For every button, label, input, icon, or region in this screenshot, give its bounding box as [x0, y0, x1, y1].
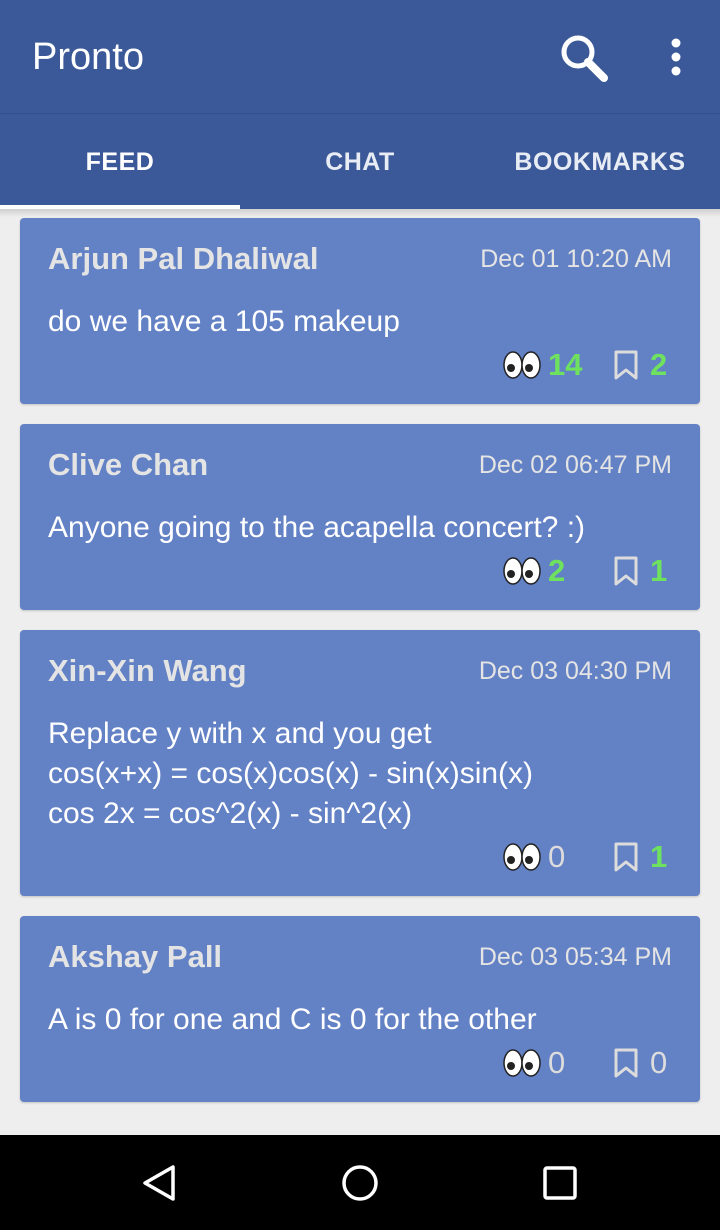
- eyes-icon: [503, 1049, 541, 1077]
- view-count: 0: [548, 839, 566, 874]
- post-timestamp: Dec 03 05:34 PM: [478, 943, 672, 971]
- bookmark-count: 1: [650, 553, 668, 588]
- nav-back-button[interactable]: [140, 1163, 180, 1203]
- post-card[interactable]: Clive Chan Dec 02 06:47 PM Anyone going …: [20, 424, 700, 610]
- more-vert-icon: [671, 38, 681, 76]
- post-stats: 0 0: [502, 1043, 672, 1083]
- eyes-icon: [503, 557, 541, 585]
- post-author: Akshay Pall: [48, 939, 223, 974]
- post-card[interactable]: Arjun Pal Dhaliwal Dec 01 10:20 AM do we…: [20, 218, 700, 404]
- tab-chat[interactable]: CHAT: [240, 114, 480, 210]
- tab-bookmarks[interactable]: BOOKMARKS: [480, 114, 720, 210]
- bookmark-icon[interactable]: [612, 1047, 640, 1079]
- tab-bookmarks-label: BOOKMARKS: [514, 147, 686, 176]
- view-count: 14: [548, 347, 583, 382]
- post-stats: 14 2: [502, 345, 672, 385]
- tab-bar: FEED CHAT BOOKMARKS: [0, 113, 720, 210]
- post-card[interactable]: Xin-Xin Wang Dec 03 04:30 PM Replace y w…: [20, 630, 700, 896]
- post-message: A is 0 for one and C is 0 for the other: [48, 1003, 537, 1036]
- eyes-icon: [503, 351, 541, 379]
- bookmark-icon[interactable]: [612, 841, 640, 873]
- tab-chat-label: CHAT: [325, 147, 395, 176]
- nav-home-button[interactable]: [340, 1163, 380, 1203]
- post-author: Clive Chan: [48, 447, 209, 482]
- overflow-menu-button[interactable]: [652, 30, 700, 86]
- tab-feed[interactable]: FEED: [0, 114, 240, 210]
- post-timestamp: Dec 02 06:47 PM: [478, 451, 672, 479]
- eyes-icon: [503, 843, 541, 871]
- home-circle-icon: [342, 1165, 378, 1201]
- view-count: 0: [548, 1045, 566, 1080]
- search-icon: [561, 35, 608, 82]
- tab-feed-label: FEED: [85, 147, 155, 176]
- bookmark-icon[interactable]: [612, 555, 640, 587]
- view-count: 2: [548, 553, 566, 588]
- post-timestamp: Dec 03 04:30 PM: [478, 657, 672, 685]
- post-message: Anyone going to the acapella concert? :): [48, 511, 586, 544]
- post-message: do we have a 105 makeup: [48, 305, 400, 338]
- post-author: Xin-Xin Wang: [48, 653, 247, 688]
- app-title: Pronto: [32, 36, 144, 78]
- bookmark-count: 0: [650, 1045, 668, 1080]
- post-stats: 0 1: [502, 837, 672, 877]
- nav-recents-button[interactable]: [540, 1163, 580, 1203]
- post-author: Arjun Pal Dhaliwal: [48, 241, 319, 276]
- bookmark-icon[interactable]: [612, 349, 640, 381]
- system-nav-bar: [0, 1135, 720, 1230]
- post-timestamp: Dec 01 10:20 AM: [480, 245, 672, 273]
- back-triangle-icon: [143, 1165, 175, 1201]
- post-message: Replace y with x and you get cos(x+x) = …: [48, 717, 534, 830]
- recents-square-icon: [543, 1166, 577, 1200]
- tab-shadow: [0, 209, 720, 217]
- bookmark-count: 1: [650, 839, 668, 874]
- post-card[interactable]: Akshay Pall Dec 03 05:34 PM A is 0 for o…: [20, 916, 700, 1102]
- post-stats: 2 1: [502, 551, 672, 591]
- bookmark-count: 2: [650, 347, 668, 382]
- search-button[interactable]: [556, 30, 612, 86]
- app-bar: Pronto: [0, 0, 720, 113]
